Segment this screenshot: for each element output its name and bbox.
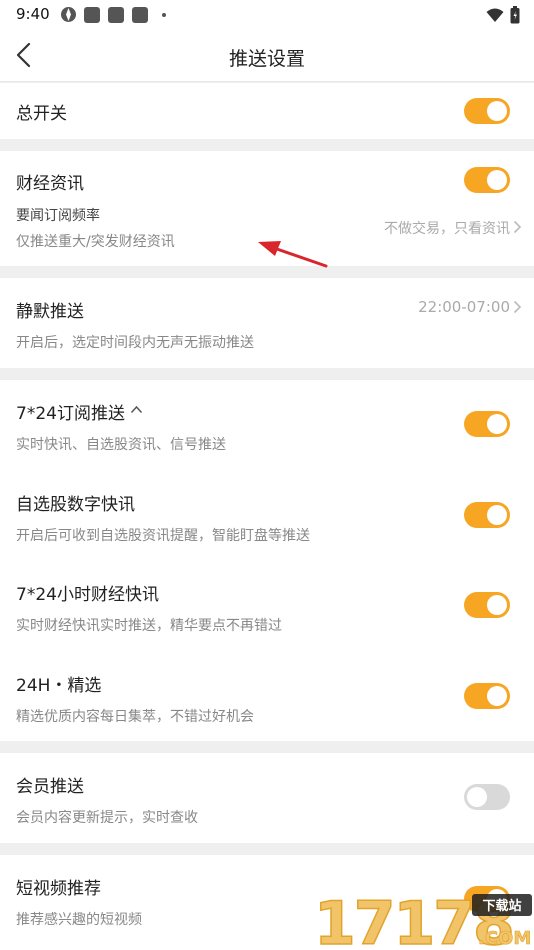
toggle-knob: [487, 414, 507, 434]
daily-picks-label: 24H・精选: [16, 676, 102, 696]
svg-text:下载站: 下载站: [482, 898, 521, 914]
notification-icon: [84, 7, 100, 23]
news-frequency-label: 要闻订阅频率: [16, 208, 100, 224]
subscription-push-description: 实时快讯、自选股资讯、信号推送: [16, 437, 226, 453]
watchlist-alerts-description: 开启后可收到自选股资讯提醒，智能盯盘等推送: [16, 528, 310, 544]
daily-picks-toggle[interactable]: [464, 683, 510, 709]
finance-flash-toggle[interactable]: [464, 592, 510, 618]
subscription-push-section: 7*24订阅推送 实时快讯、自选股资讯、信号推送 自选股数字快讯 开启后可收到自…: [0, 380, 534, 741]
chevron-up-icon[interactable]: [130, 405, 143, 414]
watermark-logo-icon: 17178 下载站 .COM: [313, 888, 532, 950]
watchlist-alerts-toggle[interactable]: [464, 502, 510, 528]
quiet-push-time-range[interactable]: 22:00-07:00: [418, 298, 510, 316]
member-push-toggle[interactable]: [464, 784, 510, 810]
master-switch-toggle[interactable]: [464, 98, 510, 124]
chevron-right-icon[interactable]: [513, 300, 522, 314]
finance-flash-description: 实时财经快讯实时推送，精华要点不再错过: [16, 618, 282, 634]
master-switch-label: 总开关: [16, 104, 67, 124]
status-bar: 9:40: [0, 0, 534, 30]
finance-flash-label: 7*24小时财经快讯: [16, 585, 159, 605]
vpn-icon: [61, 7, 76, 22]
finance-news-toggle[interactable]: [464, 167, 510, 193]
daily-picks-description: 精选优质内容每日集萃，不错过好机会: [16, 709, 254, 725]
member-push-section: 会员推送 会员内容更新提示，实时查收: [0, 753, 534, 843]
member-push-label: 会员推送: [16, 777, 84, 797]
subscription-push-toggle[interactable]: [464, 411, 510, 437]
more-notifications-icon: [162, 13, 166, 17]
chevron-right-icon[interactable]: [513, 220, 522, 234]
notification-icon: [108, 7, 124, 23]
battery-icon: [510, 6, 520, 24]
toggle-knob: [487, 170, 507, 190]
short-video-label: 短视频推荐: [16, 879, 101, 899]
quiet-push-description: 开启后，选定时间段内无声无振动推送: [16, 335, 254, 351]
quiet-push-section: 静默推送 22:00-07:00 开启后，选定时间段内无声无振动推送: [0, 278, 534, 368]
toggle-knob: [487, 686, 507, 706]
notification-icon: [132, 7, 148, 23]
news-frequency-value[interactable]: 不做交易，只看资讯: [384, 218, 510, 238]
master-switch-section: 总开关: [0, 83, 534, 139]
svg-text:.COM: .COM: [478, 928, 531, 949]
watchlist-alerts-label: 自选股数字快讯: [16, 495, 135, 515]
watermark: 17178 下载站 .COM: [312, 888, 534, 950]
finance-news-section: 财经资讯 要闻订阅频率 仅推送重大/突发财经资讯 不做交易，只看资讯: [0, 151, 534, 266]
page-title: 推送设置: [228, 48, 305, 70]
wifi-icon: [486, 8, 504, 22]
toggle-knob: [487, 505, 507, 525]
toggle-knob: [467, 787, 487, 807]
finance-news-label: 财经资讯: [16, 174, 84, 194]
status-time: 9:40: [16, 5, 50, 23]
member-push-description: 会员内容更新提示，实时查收: [16, 810, 198, 826]
toggle-knob: [487, 595, 507, 615]
news-frequency-description: 仅推送重大/突发财经资讯: [16, 234, 175, 250]
short-video-description: 推荐感兴趣的短视频: [16, 912, 142, 928]
quiet-push-label: 静默推送: [16, 302, 84, 322]
navigation-bar: 推送设置: [0, 30, 534, 82]
toggle-knob: [487, 101, 507, 121]
subscription-push-label: 7*24订阅推送: [16, 404, 125, 424]
